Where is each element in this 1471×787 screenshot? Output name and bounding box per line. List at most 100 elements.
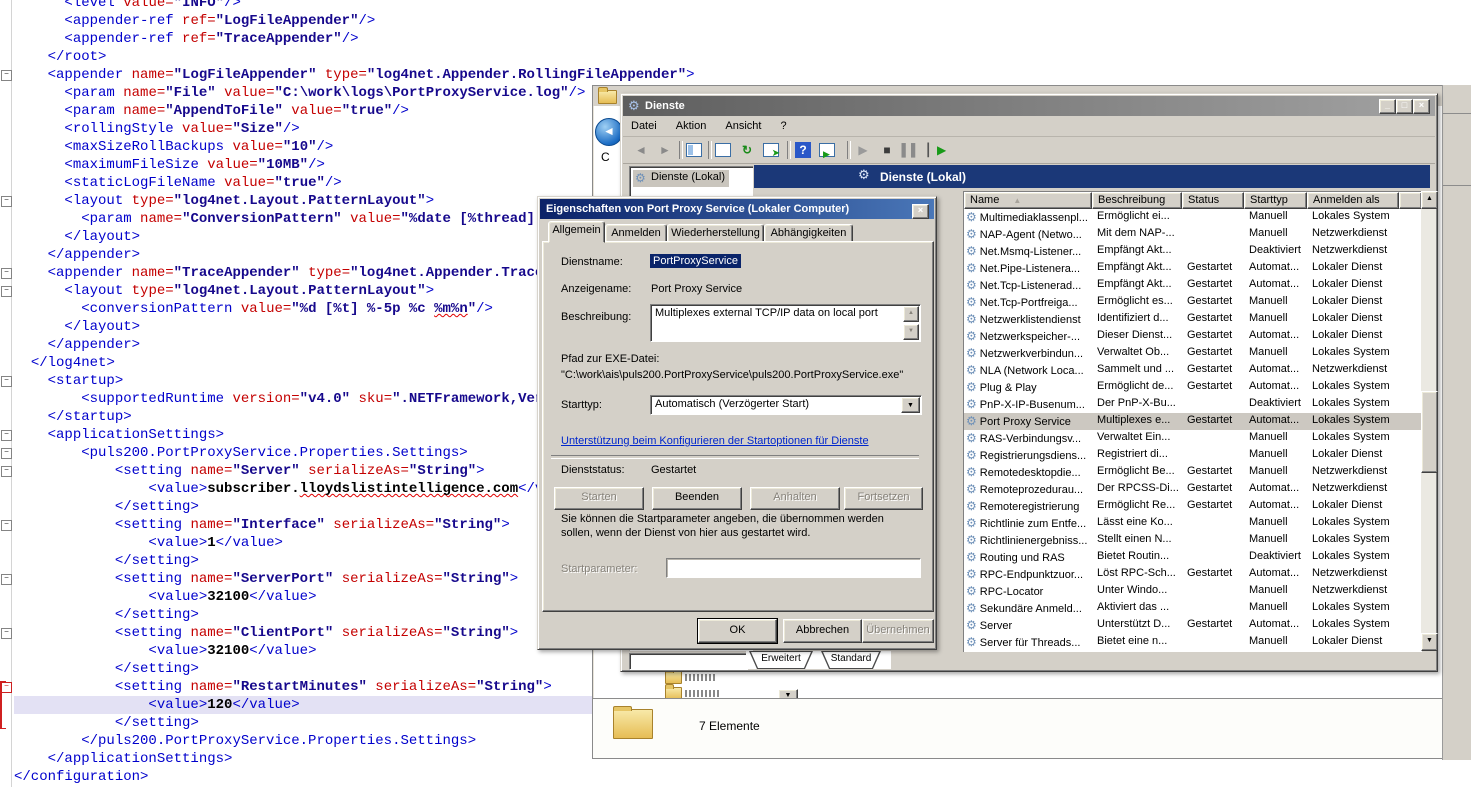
service-row[interactable]: ⚙Plug & PlayErmöglicht de...GestartetAut…: [964, 379, 1422, 396]
cancel-button[interactable]: Abbrechen: [783, 619, 862, 643]
tree-item-dienste-lokal[interactable]: ⚙ Dienste (Lokal): [633, 170, 729, 187]
divider: [551, 455, 919, 459]
dialog-titlebar[interactable]: Eigenschaften von Port Proxy Service (Lo…: [540, 199, 934, 219]
service-row[interactable]: ⚙RPC-LocatorUnter Windo...ManuellNetzwer…: [964, 583, 1422, 600]
service-name-value[interactable]: PortProxyService: [650, 254, 741, 268]
code-line: <appender-ref ref="LogFileAppender"/>: [14, 12, 1471, 30]
minimize-button[interactable]: _: [1379, 99, 1396, 114]
service-row[interactable]: ⚙Net.Tcp-Portfreiga...Ermöglicht es...Ge…: [964, 294, 1422, 311]
service-row[interactable]: ⚙Routing und RASBietet Routin...Deaktivi…: [964, 549, 1422, 566]
bottom-text-field[interactable]: [629, 653, 748, 670]
fold-toggle-icon[interactable]: −: [1, 376, 12, 387]
service-row[interactable]: ⚙PnP-X-IP-Busenum...Der PnP-X-Bu...Deakt…: [964, 396, 1422, 413]
service-row[interactable]: ⚙RPC-Endpunktzuor...Löst RPC-Sch...Gesta…: [964, 566, 1422, 583]
fold-toggle-icon[interactable]: −: [1, 70, 12, 81]
service-row[interactable]: ⚙Netzwerkspeicher-...Dieser Dienst...Ges…: [964, 328, 1422, 345]
restart-service-button[interactable]: ▏▶: [927, 140, 947, 160]
service-status-label: Dienststatus:: [561, 464, 625, 476]
fold-toggle-icon[interactable]: −: [1, 628, 12, 639]
column-header-name[interactable]: Name▲: [964, 192, 1092, 209]
tab-erweitert[interactable]: Erweitert: [749, 651, 813, 669]
service-row[interactable]: ⚙Registrierungsdiens...Registriert di...…: [964, 447, 1422, 464]
service-row[interactable]: ⚙Sekundäre Anmeld...Aktiviert das ...Man…: [964, 600, 1422, 617]
menu-ansicht[interactable]: Ansicht: [717, 117, 769, 132]
column-header-anmelden-als[interactable]: Anmelden als: [1307, 192, 1399, 209]
start-service-button[interactable]: ▶: [853, 140, 873, 160]
tab-wiederherstellung[interactable]: Wiederherstellung: [667, 224, 764, 242]
scroll-up-icon[interactable]: ▲: [903, 306, 919, 322]
menu-help[interactable]: ?: [773, 117, 795, 132]
service-row[interactable]: ⚙Remotedesktopdie...Ermöglicht Be...Gest…: [964, 464, 1422, 481]
services-titlebar[interactable]: ⚙ Dienste _ □ ×: [623, 96, 1435, 116]
service-row[interactable]: ⚙NAP-Agent (Netwo...Mit dem NAP-...Manue…: [964, 226, 1422, 243]
service-row[interactable]: ⚙NetzwerklistendienstIdentifiziert d...G…: [964, 311, 1422, 328]
service-row-selected[interactable]: ⚙Port Proxy ServiceMultiplexes e...Gesta…: [964, 413, 1422, 430]
service-gear-icon: ⚙: [966, 431, 977, 445]
export-list-button[interactable]: ➤: [761, 140, 781, 160]
tab-allgemein[interactable]: Allgemein: [548, 221, 605, 243]
tab-anmelden[interactable]: Anmelden: [605, 224, 667, 242]
show-console-tree-button[interactable]: [684, 140, 704, 160]
service-row[interactable]: ⚙Net.Pipe-Listenera...Empfängt Akt...Ges…: [964, 260, 1422, 277]
menu-datei[interactable]: Datei: [623, 117, 665, 132]
exe-path-label: Pfad zur EXE-Datei:: [561, 353, 659, 365]
fold-toggle-icon[interactable]: −: [1, 430, 12, 441]
toolbar-separator: [847, 141, 851, 159]
scroll-down-icon[interactable]: ▼: [903, 324, 919, 340]
close-button[interactable]: ×: [1413, 99, 1430, 114]
code-line: <appender name="LogFileAppender" type="l…: [14, 66, 1471, 84]
fold-toggle-icon[interactable]: −: [1, 448, 12, 459]
fold-toggle-icon[interactable]: −: [1, 196, 12, 207]
service-row[interactable]: ⚙RemoteregistrierungErmöglicht Re...Gest…: [964, 498, 1422, 515]
description-textarea[interactable]: Multiplexes external TCP/IP data on loca…: [650, 304, 921, 342]
scrollbar-thumb[interactable]: [1421, 391, 1438, 473]
fold-toggle-icon[interactable]: −: [1, 520, 12, 531]
fold-toggle-icon[interactable]: −: [1, 268, 12, 279]
back-button[interactable]: ◄: [631, 140, 651, 160]
column-header-beschreibung[interactable]: Beschreibung: [1092, 192, 1182, 209]
back-button[interactable]: ◄: [595, 118, 623, 146]
folder-icon[interactable]: [665, 671, 682, 684]
big-folder-icon: [613, 709, 653, 739]
refresh-button[interactable]: ↻: [737, 140, 757, 160]
service-row[interactable]: ⚙Net.Tcp-Listenerad...Empfängt Akt...Ges…: [964, 277, 1422, 294]
stop-button[interactable]: Beenden: [652, 487, 742, 510]
table-scrollbar[interactable]: ▲ ▼: [1421, 191, 1436, 651]
pause-service-button[interactable]: ▌▌: [901, 140, 921, 160]
startup-type-combobox[interactable]: Automatisch (Verzögerter Start) ▼: [650, 395, 922, 415]
stop-service-button[interactable]: ■: [877, 140, 897, 160]
maximize-button[interactable]: □: [1396, 99, 1413, 114]
ok-button[interactable]: OK: [698, 619, 777, 643]
fold-toggle-icon[interactable]: −: [1, 682, 12, 693]
forward-button[interactable]: ►: [655, 140, 675, 160]
service-row[interactable]: ⚙Net.Msmq-Listener...Empfängt Akt...Deak…: [964, 243, 1422, 260]
close-icon[interactable]: ×: [912, 204, 929, 219]
service-row[interactable]: ⚙Richtlinie zum Entfe...Lässt eine Ko...…: [964, 515, 1422, 532]
service-row[interactable]: ⚙Netzwerkverbindun...Verwaltet Ob...Gest…: [964, 345, 1422, 362]
service-row[interactable]: ⚙ServerUnterstützt D...GestartetAutomat.…: [964, 617, 1422, 634]
service-row[interactable]: ⚙Richtlinienergebniss...Stellt einen N..…: [964, 532, 1422, 549]
service-row[interactable]: ⚙Remoteprozedurau...Der RPCSS-Di...Gesta…: [964, 481, 1422, 498]
exe-path-value: "C:\work\ais\puls200.PortProxyService\pu…: [561, 369, 903, 381]
fold-toggle-icon[interactable]: −: [1, 466, 12, 477]
properties-button[interactable]: [713, 140, 733, 160]
scroll-down-button[interactable]: ▼: [1421, 633, 1438, 651]
column-header-status[interactable]: Status: [1182, 192, 1244, 209]
service-row[interactable]: ⚙RAS-Verbindungsv...Verwaltet Ein...Manu…: [964, 430, 1422, 447]
scroll-up-button[interactable]: ▲: [1421, 191, 1438, 209]
extended-view-button[interactable]: ▶: [817, 140, 837, 160]
tab-standard[interactable]: Standard: [821, 651, 881, 669]
menu-aktion[interactable]: Aktion: [668, 117, 715, 132]
service-row[interactable]: ⚙Server für Threads...Bietet eine n...Ma…: [964, 634, 1422, 650]
help-button[interactable]: ?: [793, 140, 813, 160]
service-row[interactable]: ⚙NLA (Network Loca...Sammelt und ...Gest…: [964, 362, 1422, 379]
startup-options-help-link[interactable]: Unterstützung beim Konfigurieren der Sta…: [561, 435, 869, 447]
view-tabs: Erweitert Standard: [746, 651, 891, 669]
tab-abhaengigkeiten[interactable]: Abhängigkeiten: [764, 224, 853, 242]
chevron-down-icon[interactable]: ▼: [901, 397, 920, 413]
fold-toggle-icon[interactable]: −: [1, 574, 12, 585]
column-header-starttyp[interactable]: Starttyp: [1244, 192, 1307, 209]
service-row[interactable]: ⚙Multimediaklassenpl...Ermöglicht ei...M…: [964, 209, 1422, 226]
results-banner: ⚙ Dienste (Lokal): [754, 165, 1430, 188]
fold-toggle-icon[interactable]: −: [1, 286, 12, 297]
